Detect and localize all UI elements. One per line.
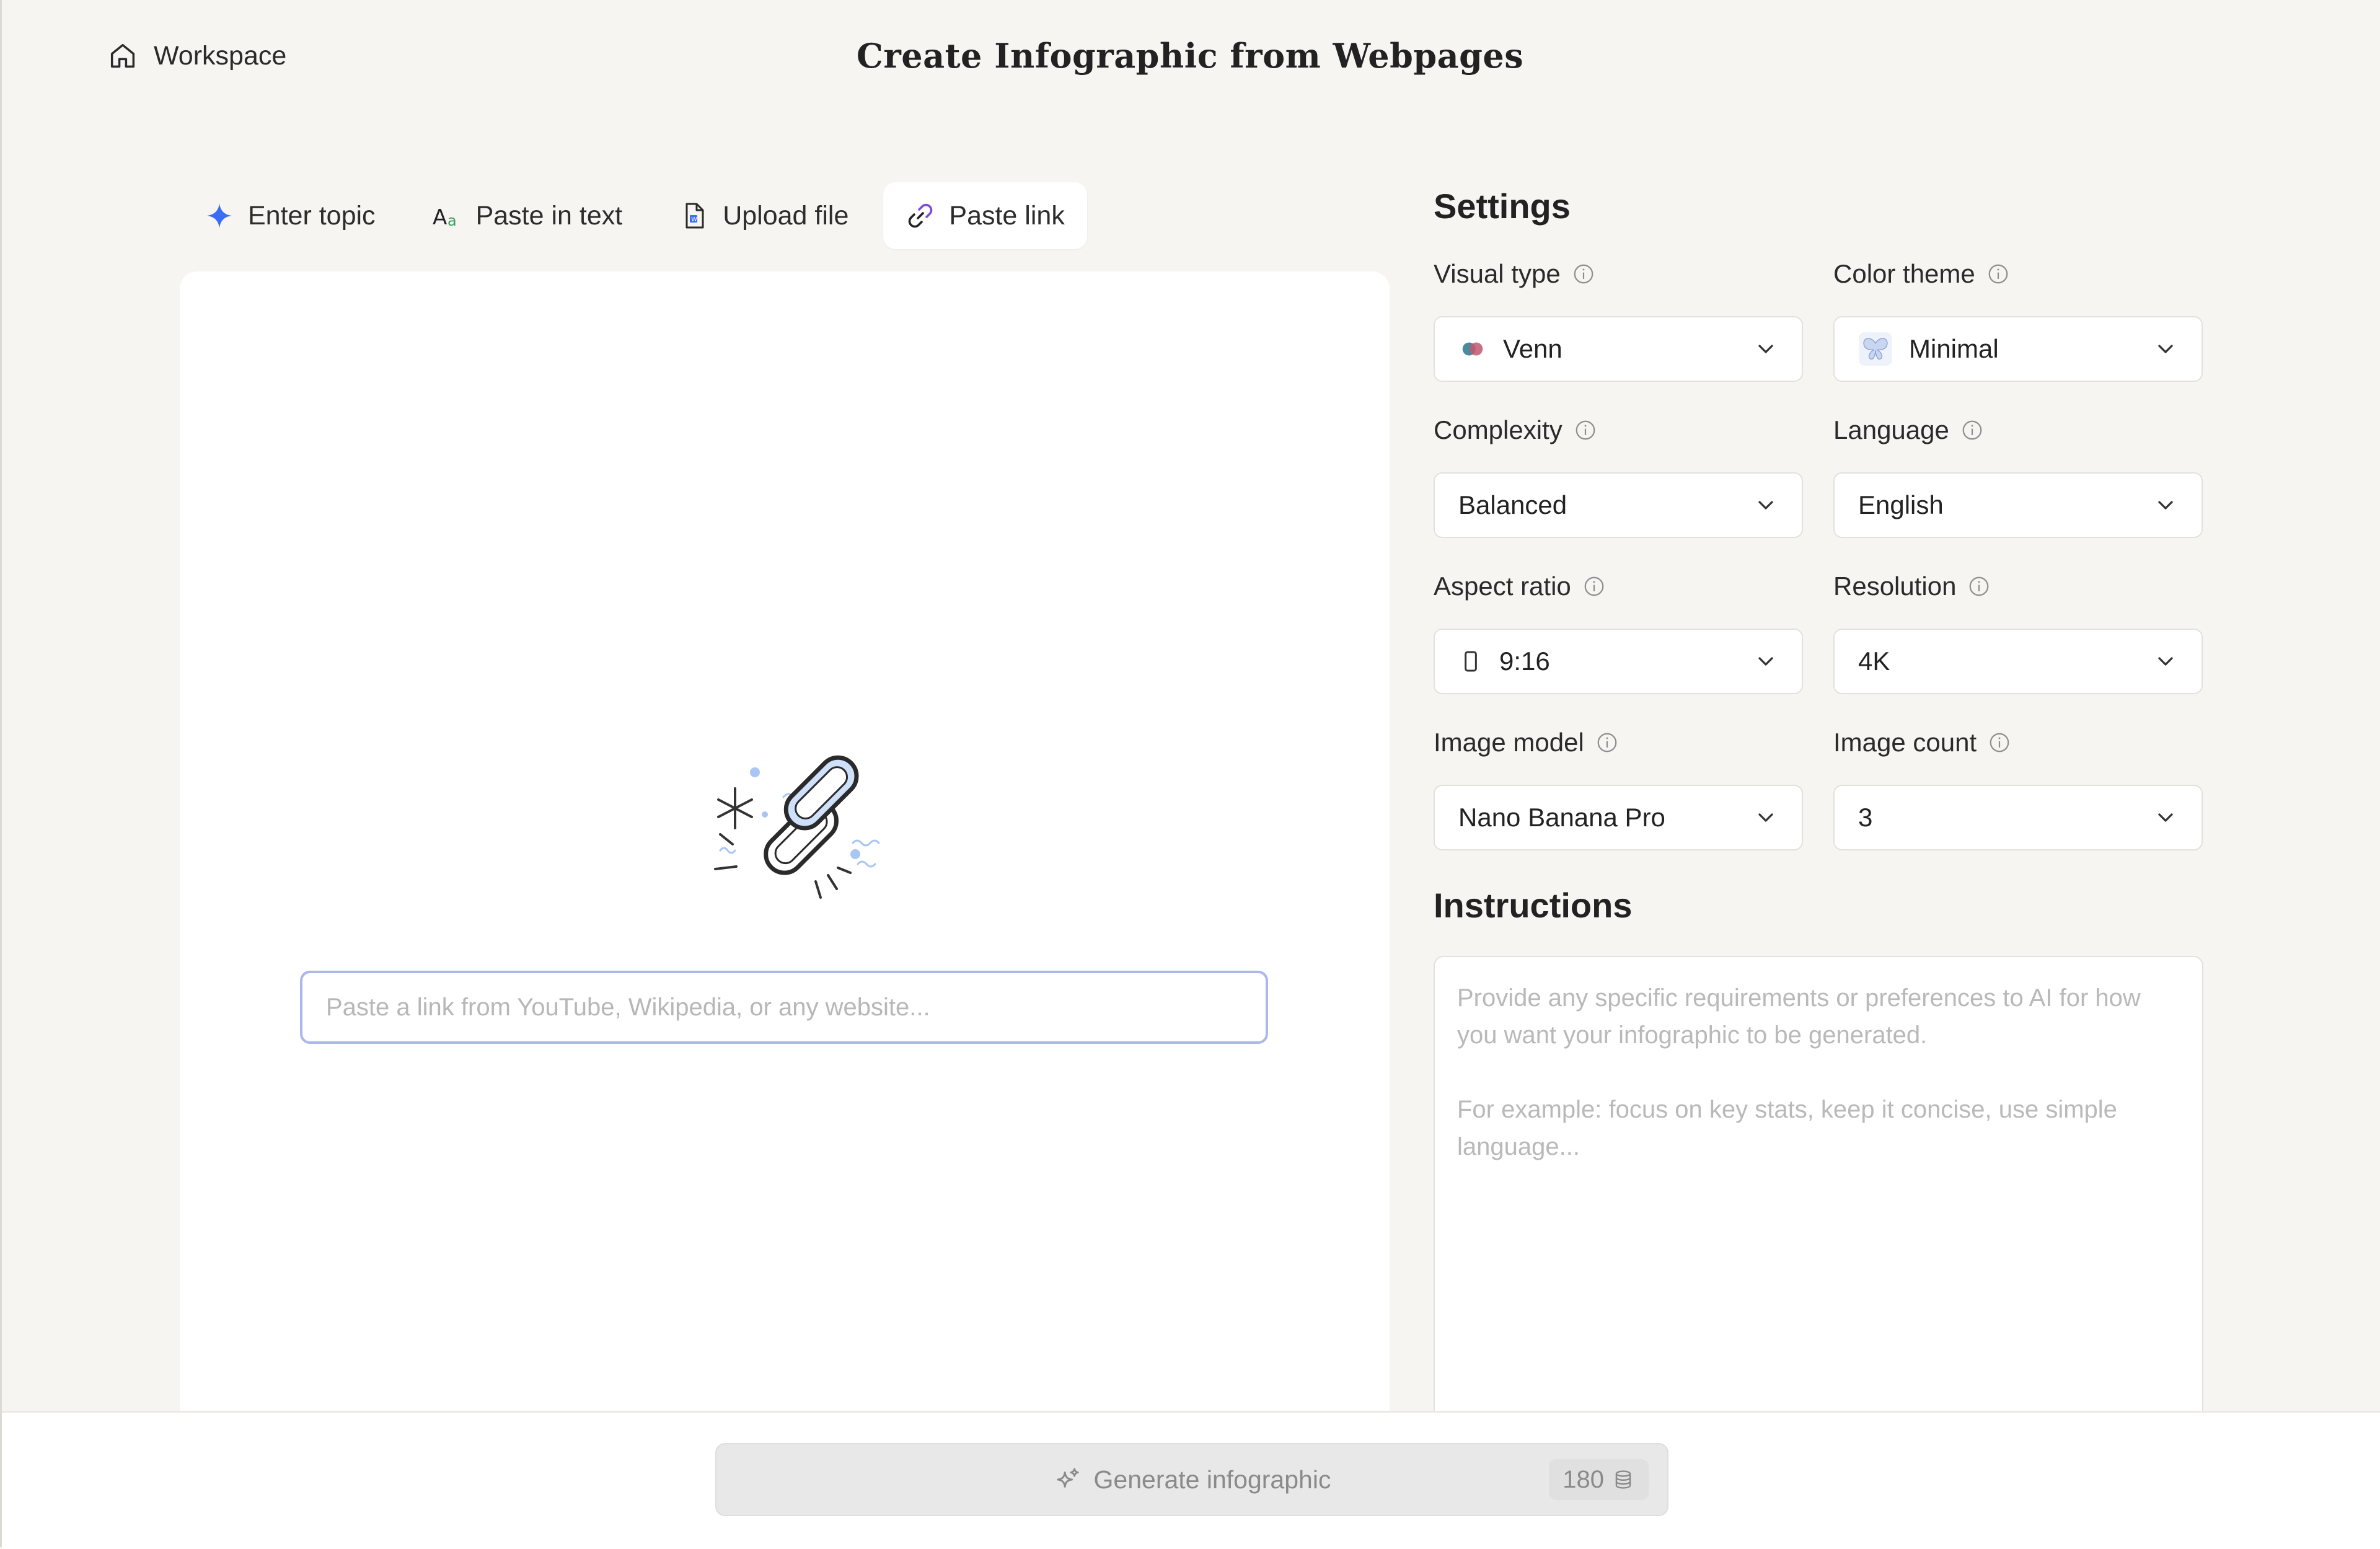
resolution-label: Resolution <box>1833 571 1991 601</box>
color-theme-label-text: Color theme <box>1833 259 1975 288</box>
info-icon[interactable] <box>1986 262 2010 286</box>
image-count-label-text: Image count <box>1833 728 1977 757</box>
info-icon[interactable] <box>1967 575 1991 598</box>
image-model-label: Image model <box>1434 728 1619 757</box>
image-model-value: Nano Banana Pro <box>1458 803 1665 832</box>
settings-title: Settings <box>1434 187 1571 226</box>
svg-text:W: W <box>691 216 697 223</box>
coins-stack-icon <box>1615 1470 1631 1489</box>
info-icon[interactable] <box>1988 731 2011 754</box>
tab-label: Upload file <box>723 200 849 231</box>
chain-link-illustration <box>714 755 880 899</box>
visual-type-select[interactable]: Venn <box>1434 316 1803 382</box>
language-label-text: Language <box>1833 415 1949 444</box>
venn-icon <box>1462 342 1483 356</box>
complexity-label-text: Complexity <box>1434 415 1562 444</box>
instructions-textarea[interactable] <box>1434 956 2203 1414</box>
credit-badge: 180 <box>1549 1459 1649 1500</box>
chevron-down-icon <box>2158 813 2173 822</box>
info-icon[interactable] <box>1574 418 1597 442</box>
info-icon[interactable] <box>1960 418 1984 442</box>
language-select[interactable]: English <box>1833 472 2203 538</box>
visual-type-label: Visual type <box>1434 259 1595 289</box>
sparkles-icon <box>1056 1468 1079 1488</box>
chevron-down-icon <box>1758 657 1773 666</box>
tab-paste-link[interactable]: Paste link <box>883 182 1087 249</box>
chevron-down-icon <box>2158 657 2173 666</box>
svg-text:A: A <box>433 205 447 230</box>
complexity-select[interactable]: Balanced <box>1434 472 1803 538</box>
generate-button-content: Generate infographic <box>716 1444 1667 1515</box>
aspect-ratio-select[interactable]: 9:16 <box>1434 629 1803 694</box>
link-input[interactable] <box>300 971 1268 1044</box>
image-model-label-text: Image model <box>1434 728 1584 757</box>
butterfly-theme-icon <box>1859 332 1892 366</box>
tab-paste-text[interactable]: A a Paste in text <box>410 182 645 249</box>
chevron-down-icon <box>2158 345 2173 353</box>
image-count-label: Image count <box>1833 728 2011 757</box>
page-title: Create Infographic from Webpages <box>856 36 1524 76</box>
language-label: Language <box>1833 415 1984 445</box>
resolution-select[interactable]: 4K <box>1833 629 2203 694</box>
image-count-value: 3 <box>1858 803 1873 832</box>
color-theme-value: Minimal <box>1909 334 1999 363</box>
resolution-value: 4K <box>1858 647 1890 676</box>
tab-label: Paste in text <box>475 200 623 231</box>
complexity-value: Balanced <box>1458 490 1567 519</box>
info-icon[interactable] <box>1572 262 1595 286</box>
chevron-down-icon <box>1758 345 1773 353</box>
image-model-select[interactable]: Nano Banana Pro <box>1434 785 1803 850</box>
svg-text:a: a <box>447 212 457 229</box>
generate-label: Generate infographic <box>1093 1465 1331 1494</box>
language-value: English <box>1858 490 1944 519</box>
color-theme-select[interactable]: Minimal <box>1833 316 2203 382</box>
document-icon: W <box>685 203 704 229</box>
chevron-down-icon <box>1758 813 1773 822</box>
credit-count: 180 <box>1562 1465 1604 1493</box>
tab-upload-file[interactable]: W Upload file <box>657 182 871 249</box>
color-theme-label: Color theme <box>1833 259 2010 289</box>
text-aa-icon: A a <box>433 205 457 230</box>
chevron-down-icon <box>1758 501 1773 510</box>
image-count-select[interactable]: 3 <box>1833 785 2203 850</box>
tab-label: Paste link <box>949 200 1065 231</box>
aspect-ratio-label: Aspect ratio <box>1434 571 1606 601</box>
complexity-label: Complexity <box>1434 415 1597 445</box>
visual-type-value: Venn <box>1503 334 1562 363</box>
generate-infographic-button[interactable]: Generate infographic 180 <box>715 1443 1668 1516</box>
source-panel <box>180 271 1390 1412</box>
page-edge <box>0 0 2 1547</box>
resolution-label-text: Resolution <box>1833 571 1957 601</box>
info-icon[interactable] <box>1582 575 1606 598</box>
source-tabs: Enter topic A a Paste in text W Upload f… <box>182 182 1087 249</box>
portrait-ratio-icon <box>1465 651 1477 672</box>
instructions-title: Instructions <box>1434 886 1633 925</box>
link-icon <box>909 203 933 228</box>
chevron-down-icon <box>2158 501 2173 510</box>
tab-enter-topic[interactable]: Enter topic <box>182 182 398 249</box>
aspect-ratio-value: 9:16 <box>1499 647 1550 676</box>
info-icon[interactable] <box>1595 731 1619 754</box>
aspect-ratio-label-text: Aspect ratio <box>1434 571 1571 601</box>
sparkle-icon <box>207 203 232 228</box>
visual-type-label-text: Visual type <box>1434 259 1561 288</box>
tab-label: Enter topic <box>248 200 376 231</box>
